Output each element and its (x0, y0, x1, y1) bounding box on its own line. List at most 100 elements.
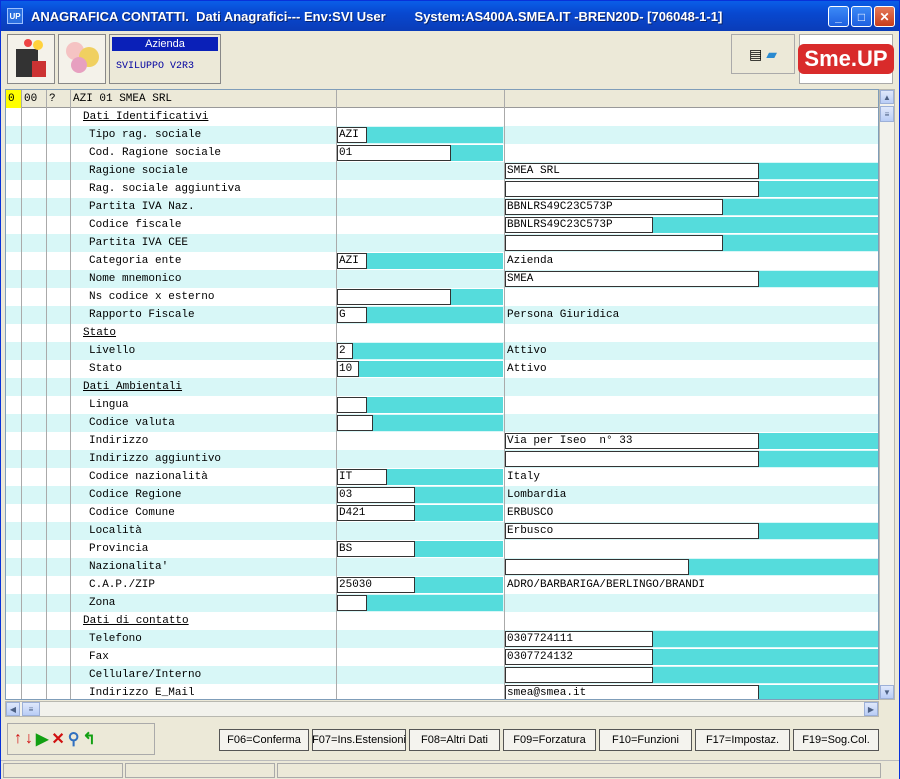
table-row[interactable]: Ragione sociale SMEA SRL (6, 162, 878, 180)
scroll-up-icon[interactable]: ▲ (880, 90, 894, 104)
description-input[interactable]: SMEA SRL (505, 163, 759, 179)
table-row[interactable]: Partita IVA Naz. BBNLRS49C23C573P (6, 198, 878, 216)
table-row[interactable]: Nazionalita' (6, 558, 878, 576)
row-marker[interactable] (6, 180, 22, 198)
row-marker[interactable] (6, 684, 22, 699)
value-cell[interactable] (337, 684, 505, 699)
table-row[interactable]: Ns codice x esterno (6, 288, 878, 306)
row-marker[interactable] (6, 468, 22, 486)
table-row[interactable]: Indirizzo Via per Iseo n° 33 (6, 432, 878, 450)
description-input[interactable] (505, 235, 723, 251)
fkey-button-4[interactable]: F09=Forzatura (503, 729, 596, 751)
header-cell-3[interactable]: AZI 01 SMEA SRL (71, 90, 337, 108)
value-input[interactable] (337, 595, 367, 611)
value-cell[interactable] (337, 198, 505, 216)
value-cell[interactable]: BS (337, 540, 505, 558)
description-cell[interactable] (505, 666, 878, 684)
arrow-down-icon[interactable]: ↓ (25, 730, 33, 748)
row-marker[interactable] (6, 630, 22, 648)
value-cell[interactable]: 10 (337, 360, 505, 378)
row-marker[interactable] (6, 198, 22, 216)
description-input[interactable]: 0307724132 (505, 649, 653, 665)
row-marker[interactable] (6, 522, 22, 540)
description-cell[interactable] (505, 414, 878, 432)
description-input[interactable] (505, 667, 653, 683)
value-cell[interactable]: 25030 (337, 576, 505, 594)
description-cell[interactable]: Attivo (505, 342, 878, 360)
description-cell[interactable] (505, 180, 878, 198)
row-marker[interactable] (6, 648, 22, 666)
row-marker[interactable] (6, 378, 22, 396)
description-cell[interactable] (505, 594, 878, 612)
value-cell[interactable] (337, 522, 505, 540)
value-cell[interactable]: AZI (337, 252, 505, 270)
vertical-scrollbar[interactable]: ▲ ≡ ▼ (879, 89, 895, 700)
fkey-button-3[interactable]: F08=Altri Dati (409, 729, 500, 751)
row-marker[interactable] (6, 396, 22, 414)
value-input[interactable] (337, 397, 367, 413)
value-cell[interactable] (337, 288, 505, 306)
row-marker[interactable] (6, 576, 22, 594)
row-marker[interactable] (6, 558, 22, 576)
close-button[interactable]: ✕ (874, 6, 895, 27)
table-row[interactable]: Rag. sociale aggiuntiva (6, 180, 878, 198)
book-icon[interactable]: ▰ (766, 46, 777, 63)
table-row[interactable]: Lingua (6, 396, 878, 414)
table-row[interactable]: Codice fiscale BBNLRS49C23C573P (6, 216, 878, 234)
value-cell[interactable] (337, 666, 505, 684)
description-cell[interactable]: Azienda (505, 252, 878, 270)
description-cell[interactable]: Attivo (505, 360, 878, 378)
value-cell[interactable] (337, 630, 505, 648)
row-marker[interactable] (6, 594, 22, 612)
scroll-down-icon[interactable]: ▼ (880, 685, 894, 699)
value-input[interactable] (337, 289, 451, 305)
table-row[interactable]: Provincia BS (6, 540, 878, 558)
horizontal-scrollbar[interactable]: ◀ ≡ ▶ (5, 701, 879, 717)
row-marker[interactable] (6, 360, 22, 378)
value-cell[interactable] (337, 234, 505, 252)
table-row[interactable]: Cod. Ragione sociale 01 (6, 144, 878, 162)
title-bar[interactable]: UP ANAGRAFICA CONTATTI. Dati Anagrafici-… (1, 1, 899, 31)
smeup-gears-icon[interactable] (58, 34, 106, 84)
value-cell[interactable] (337, 558, 505, 576)
table-row[interactable]: Indirizzo aggiuntivo (6, 450, 878, 468)
table-row[interactable]: Zona (6, 594, 878, 612)
description-cell[interactable]: Erbusco (505, 522, 878, 540)
value-cell[interactable] (337, 108, 505, 126)
table-row[interactable]: Codice Regione 03 Lombardia (6, 486, 878, 504)
row-marker[interactable] (6, 450, 22, 468)
value-cell[interactable]: 2 (337, 342, 505, 360)
description-cell[interactable]: Persona Giuridica (505, 306, 878, 324)
row-marker[interactable] (6, 432, 22, 450)
description-input[interactable] (505, 559, 689, 575)
value-cell[interactable]: IT (337, 468, 505, 486)
description-cell[interactable]: 0307724111 (505, 630, 878, 648)
description-cell[interactable] (505, 612, 878, 630)
description-cell[interactable]: 0307724132 (505, 648, 878, 666)
scroll-thumb[interactable]: ≡ (880, 106, 894, 122)
description-cell[interactable] (505, 378, 878, 396)
row-marker[interactable] (6, 252, 22, 270)
row-marker[interactable] (6, 612, 22, 630)
description-cell[interactable] (505, 234, 878, 252)
table-row[interactable]: Stato 10 Attivo (6, 360, 878, 378)
description-input[interactable]: smea@smea.it (505, 685, 759, 699)
fkey-button-1[interactable]: F06=Conferma (219, 729, 309, 751)
scroll-right-icon[interactable]: ▶ (864, 702, 878, 716)
value-input[interactable]: BS (337, 541, 415, 557)
table-row[interactable]: Livello 2 Attivo (6, 342, 878, 360)
table-row[interactable]: Indirizzo E_Mail smea@smea.it (6, 684, 878, 699)
value-input[interactable]: 25030 (337, 577, 415, 593)
table-row[interactable]: Telefono 0307724111 (6, 630, 878, 648)
value-cell[interactable] (337, 324, 505, 342)
description-cell[interactable]: SMEA (505, 270, 878, 288)
value-cell[interactable] (337, 648, 505, 666)
value-cell[interactable] (337, 162, 505, 180)
value-cell[interactable]: 03 (337, 486, 505, 504)
description-cell[interactable] (505, 396, 878, 414)
section-row[interactable]: Dati Identificativi (6, 108, 878, 126)
description-cell[interactable]: smea@smea.it (505, 684, 878, 699)
play-icon[interactable]: ▶ (36, 729, 48, 749)
hscroll-thumb[interactable]: ≡ (22, 702, 40, 716)
value-input[interactable]: G (337, 307, 367, 323)
